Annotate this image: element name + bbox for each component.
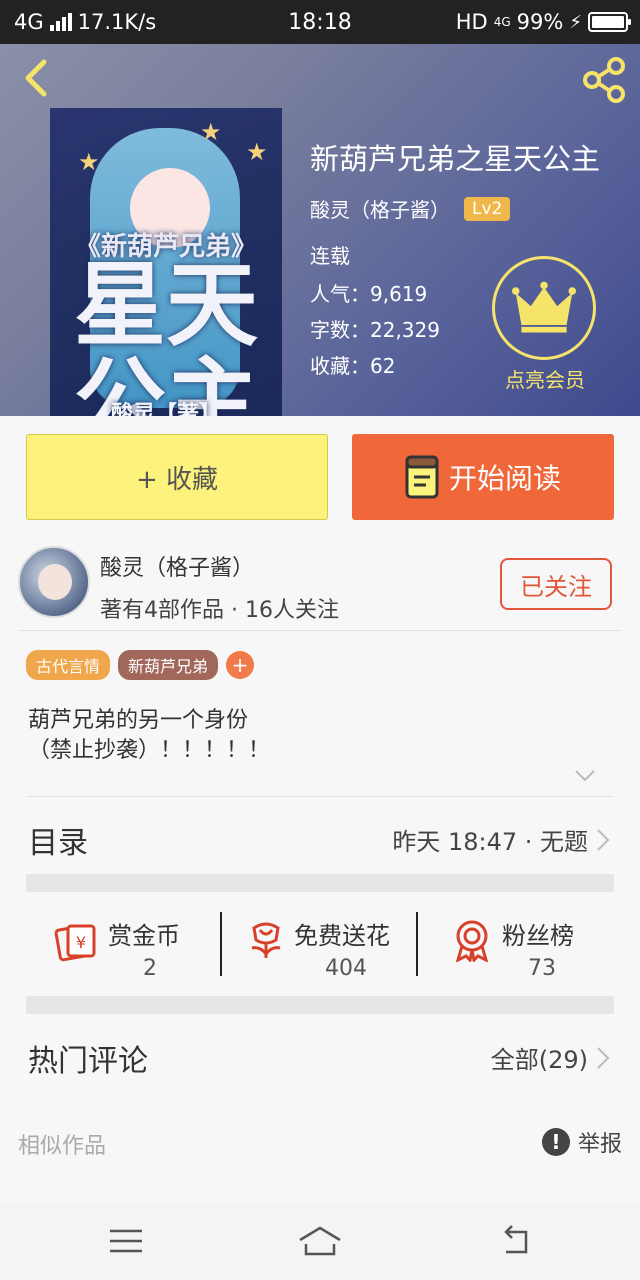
hd-label: HD xyxy=(455,10,488,34)
book-popularity: 人气：9,619 xyxy=(310,282,428,306)
avatar[interactable] xyxy=(18,546,90,618)
stat-value: 404 xyxy=(325,956,367,981)
status-right: HD 4G 99% ⚡ xyxy=(455,10,631,34)
divider xyxy=(26,796,614,797)
latest-chapter-link[interactable]: 昨天 18:47 · 无题 xyxy=(392,822,610,857)
chevron-down-icon[interactable] xyxy=(574,768,596,784)
book-favorites: 收藏：62 xyxy=(310,354,396,378)
share-icon[interactable] xyxy=(580,56,628,104)
home-icon[interactable] xyxy=(298,1224,342,1258)
divider xyxy=(220,912,222,976)
book-status: 连载 xyxy=(310,244,350,268)
menu-icon[interactable] xyxy=(106,1224,146,1258)
author-name[interactable]: 酸灵（格子酱） xyxy=(100,550,254,582)
start-reading-button[interactable]: 开始阅读 xyxy=(352,434,614,520)
similar-works-title: 相似作品 xyxy=(18,1134,107,1159)
tag-item[interactable]: 新葫芦兄弟 xyxy=(118,650,219,680)
catalog-title[interactable]: 目录 xyxy=(28,818,88,862)
summary-line: （禁止抄袭）！！！！！ xyxy=(28,738,271,763)
tag-item[interactable]: 古代言情 xyxy=(26,650,111,680)
stat-value: 2 xyxy=(143,956,157,981)
network-label-2: 4G xyxy=(493,15,511,29)
book-word-count: 字数：22,329 xyxy=(310,318,440,342)
stat-label: 免费送花 xyxy=(294,922,390,950)
author-row: 酸灵（格子酱） Lv2 xyxy=(310,194,511,223)
report-button[interactable]: ! 举报 xyxy=(541,1126,622,1158)
book-detail-page: 4G 17.1K/s 18:18 HD 4G 99% ⚡ ★ ★ ★ 《新葫芦兄… xyxy=(0,0,640,1280)
back-icon[interactable] xyxy=(18,58,58,98)
cover-star-icon: ★ xyxy=(200,118,222,146)
chevron-right-icon xyxy=(597,1046,610,1069)
battery-fill xyxy=(592,16,624,28)
follow-button[interactable]: 已关注 xyxy=(500,558,612,610)
battery-icon xyxy=(588,12,631,32)
status-bar: 4G 17.1K/s 18:18 HD 4G 99% ⚡ xyxy=(0,0,640,44)
divider xyxy=(416,912,418,976)
section-separator xyxy=(26,996,614,1014)
vip-label[interactable]: 点亮会员 xyxy=(480,364,610,393)
start-reading-label: 开始阅读 xyxy=(448,462,561,495)
crown-icon[interactable] xyxy=(492,256,596,360)
stat-value: 73 xyxy=(528,956,556,981)
all-comments-link[interactable]: 全部(29) xyxy=(491,1040,610,1075)
author-stats: 著有4部作品 · 16人关注 xyxy=(100,598,339,623)
divider xyxy=(18,630,622,631)
cover-title: 星天公主 xyxy=(73,252,258,417)
book-author[interactable]: 酸灵（格子酱） xyxy=(310,194,450,223)
latest-chapter: 昨天 18:47 · 无题 xyxy=(392,828,588,856)
cover-author: 酸灵【著】 xyxy=(110,402,221,416)
book-title: 新葫芦兄弟之星天公主 xyxy=(310,142,601,176)
summary-line: 葫芦兄弟的另一个身份 xyxy=(28,708,249,733)
book-icon xyxy=(405,455,439,499)
back-nav-icon[interactable] xyxy=(496,1224,536,1258)
report-label: 举报 xyxy=(577,1132,622,1157)
all-comments-label: 全部(29) xyxy=(490,1046,588,1074)
chevron-right-icon xyxy=(597,828,610,851)
book-header: ★ ★ ★ 《新葫芦兄弟》 星天公主 酸灵【著】 新葫芦兄弟之星天公主 酸灵（格… xyxy=(0,44,640,416)
section-separator xyxy=(26,874,614,892)
book-summary: 葫芦兄弟的另一个身份 （禁止抄袭）！！！！！ xyxy=(28,706,270,766)
reward-coin-stat[interactable]: ¥ 赏金币 2 xyxy=(54,908,214,981)
cover-star-icon: ★ xyxy=(246,138,268,166)
add-tag-button[interactable]: + xyxy=(226,651,255,679)
battery-percent: 99% xyxy=(516,10,564,34)
charging-icon: ⚡ xyxy=(569,11,582,33)
fan-rank-stat[interactable]: 粉丝榜 73 xyxy=(450,908,600,981)
book-cover[interactable]: ★ ★ ★ 《新葫芦兄弟》 星天公主 酸灵【著】 xyxy=(50,108,282,416)
collect-button[interactable]: + 收藏 xyxy=(26,434,328,520)
level-badge: Lv2 xyxy=(464,196,511,221)
stat-label: 赏金币 xyxy=(108,922,180,950)
warning-icon: ! xyxy=(541,1128,570,1156)
flower-icon xyxy=(251,922,281,958)
system-nav-bar xyxy=(0,1204,640,1280)
stat-label: 粉丝榜 xyxy=(502,922,574,950)
hot-comments-title: 热门评论 xyxy=(28,1044,148,1079)
svg-text:¥: ¥ xyxy=(76,933,86,952)
free-flower-stat[interactable]: 免费送花 404 xyxy=(244,908,414,981)
cover-star-icon: ★ xyxy=(78,148,100,176)
tag-list: 古代言情 新葫芦兄弟 + xyxy=(26,650,255,680)
